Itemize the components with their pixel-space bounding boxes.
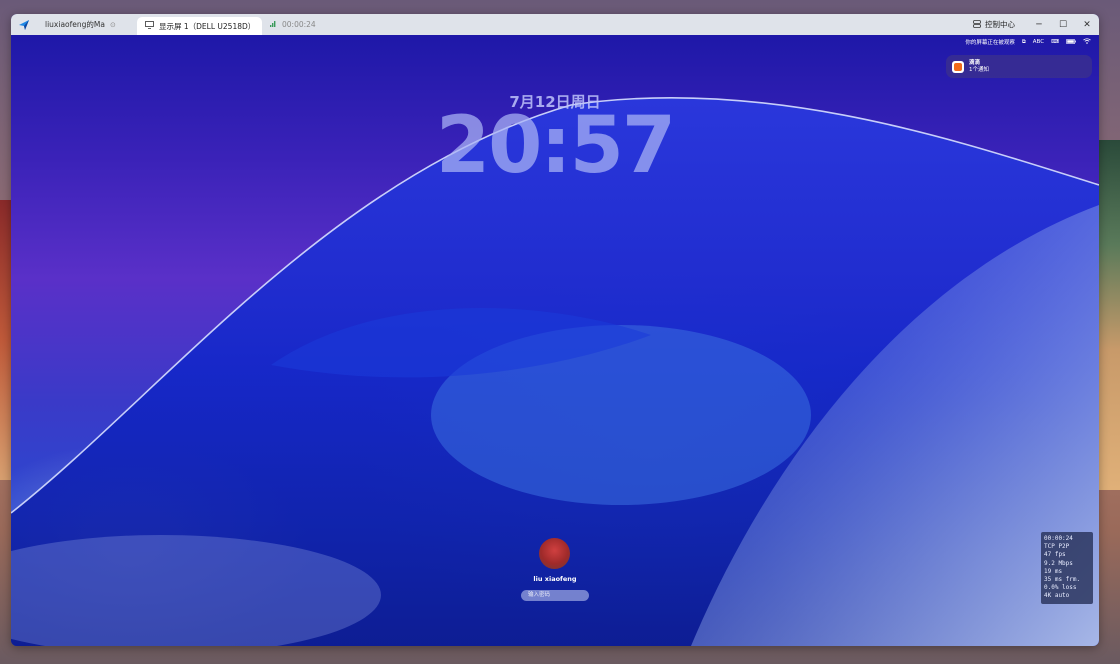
wifi-icon[interactable] — [1083, 38, 1091, 46]
control-center-label: 控制中心 — [985, 20, 1015, 29]
app-logo-icon — [11, 19, 37, 31]
stat-line: 47 fps — [1044, 551, 1066, 559]
signal-icon — [270, 20, 277, 29]
notification-card[interactable]: 滴滴 1个通知 — [946, 55, 1092, 78]
connection-timer: 00:00:24 — [262, 14, 324, 35]
control-center-icon — [973, 19, 981, 30]
control-center-button[interactable]: 控制中心 — [961, 19, 1027, 30]
password-input[interactable]: 输入密码 — [521, 590, 589, 601]
tab-session[interactable]: liuxiaofeng的Ma ⊙ — [37, 14, 137, 35]
session-label: liuxiaofeng的Ma — [45, 20, 105, 29]
stat-line: TCP P2P — [1044, 543, 1070, 551]
lockscreen-time: 20:57 — [435, 101, 676, 191]
titlebar: liuxiaofeng的Ma ⊙ 显示屏 1（DELL U2518D） 00:0… — [11, 14, 1099, 35]
remote-desktop-window: liuxiaofeng的Ma ⊙ 显示屏 1（DELL U2518D） 00:0… — [11, 14, 1099, 646]
notification-title: 滴滴 — [969, 59, 981, 66]
desktop-wallpaper-right — [1098, 140, 1120, 490]
notification-subtitle: 1个通知 — [969, 66, 989, 73]
screen-sharing-text: 你的屏幕正在被观察 — [965, 40, 1015, 46]
stat-line: 35 ms frm. — [1044, 576, 1081, 584]
mac-menubar: 你的屏幕正在被观察 ⧉ ABC ⌨ — [965, 37, 1091, 47]
minimize-button[interactable]: ─ — [1027, 20, 1051, 30]
avatar[interactable] — [539, 538, 570, 569]
tab-display-label: 显示屏 1（DELL U2518D） — [159, 21, 256, 31]
username: liu xiaofeng — [533, 575, 577, 583]
didi-app-icon — [952, 60, 964, 73]
stat-line: 19 ms — [1044, 567, 1063, 575]
stat-line: 9.2 Mbps — [1044, 559, 1073, 567]
keyboard-icon[interactable]: ⌨ — [1051, 39, 1059, 45]
connection-stats-overlay: 00:00:24 TCP P2P 47 fps 9.2 Mbps 19 ms 3… — [1041, 532, 1093, 604]
stat-line: 4K auto — [1044, 592, 1070, 600]
input-source[interactable]: ABC — [1033, 39, 1044, 45]
stat-line: 0.0% loss — [1044, 584, 1077, 592]
shield-icon: ⊙ — [109, 20, 116, 29]
close-button[interactable]: ✕ — [1075, 20, 1099, 30]
battery-icon[interactable] — [1066, 38, 1076, 46]
titlebar-controls: 控制中心 ─ ☐ ✕ — [961, 14, 1099, 35]
stat-line: 00:00:24 — [1044, 535, 1073, 542]
maximize-button[interactable]: ☐ — [1051, 20, 1075, 30]
screen-mirroring-icon[interactable]: ⧉ — [1022, 39, 1026, 46]
remote-screen[interactable]: 你的屏幕正在被观察 ⧉ ABC ⌨ 滴滴 1个通知 7月12日周日 20:57 … — [11, 35, 1099, 646]
monitor-icon — [145, 21, 154, 31]
tab-display-1[interactable]: 显示屏 1（DELL U2518D） — [137, 17, 262, 35]
timer-label: 00:00:24 — [282, 20, 316, 29]
